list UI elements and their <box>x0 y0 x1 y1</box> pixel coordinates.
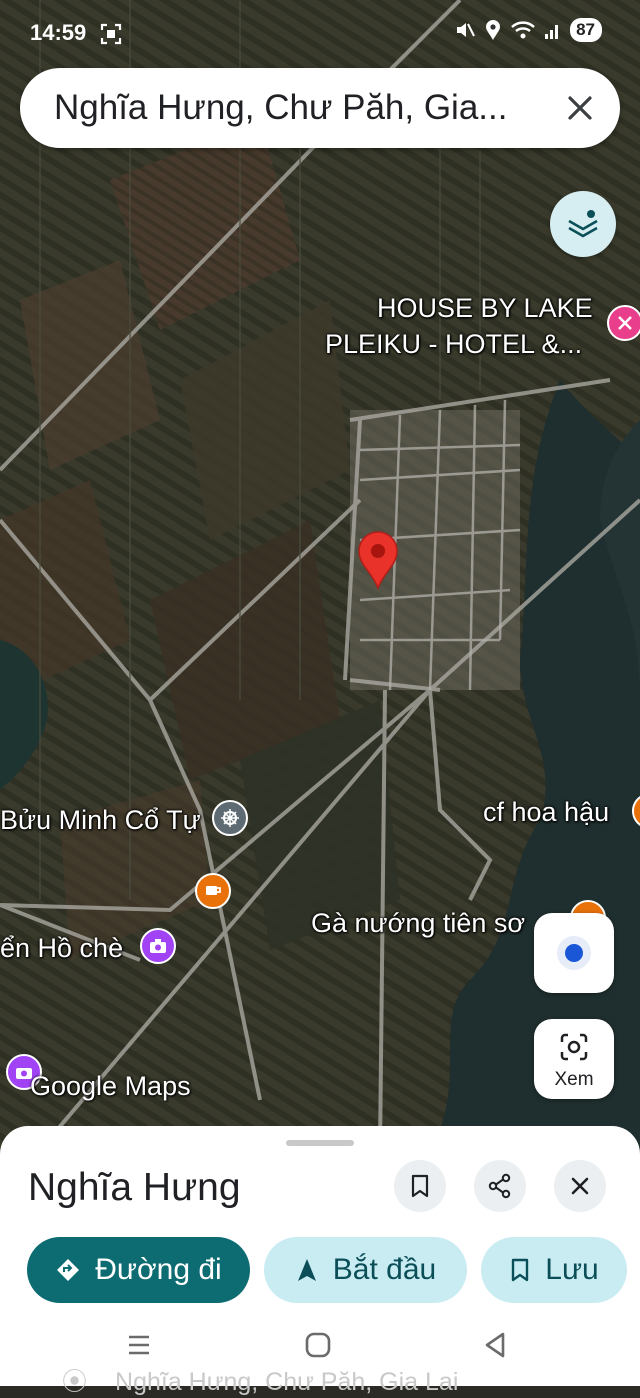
cafe-label[interactable]: cf hoa hậu <box>483 797 609 828</box>
share-icon <box>488 1173 511 1199</box>
place-title: Nghĩa Hưng <box>28 1166 241 1209</box>
restaurant-label[interactable]: Gà nướng tiên sơ <box>311 908 525 939</box>
location-status-icon: ⦿ <box>62 1368 88 1396</box>
lens-icon <box>560 1033 588 1061</box>
status-bar: 14:59 87 <box>0 0 640 64</box>
back-icon[interactable] <box>482 1331 508 1359</box>
search-bar[interactable]: Nghĩa Hưng, Chư Păh, Gia... <box>20 68 620 148</box>
lens-button[interactable]: Xem <box>534 1019 614 1099</box>
google-maps-logo: Google Maps <box>30 1071 191 1101</box>
hotel-label-line1[interactable]: HOUSE BY LAKE <box>377 293 593 324</box>
screenshot-icon <box>100 23 122 45</box>
navigation-icon <box>297 1259 316 1281</box>
location-status-icon <box>486 20 501 40</box>
save-icon-button[interactable] <box>394 1160 446 1212</box>
my-location-button[interactable] <box>534 913 614 993</box>
search-query[interactable]: Nghĩa Hưng, Chư Păh, Gia... <box>54 88 534 128</box>
layers-button[interactable] <box>550 191 616 257</box>
start-label: Bắt đầu <box>332 1253 437 1286</box>
mute-icon <box>457 23 475 37</box>
close-sheet-button[interactable] <box>554 1160 606 1212</box>
cafe-icon[interactable] <box>195 873 231 909</box>
peek-address: ⦿ Nghĩa Hưng, Chư Păh, Gia Lai <box>62 1368 459 1396</box>
wifi-icon <box>511 21 535 39</box>
battery-icon: 87 <box>570 18 602 42</box>
save-button[interactable]: Lưu <box>481 1237 627 1303</box>
home-icon[interactable] <box>304 1331 332 1359</box>
layers-icon <box>568 210 598 238</box>
temple-label[interactable]: Bửu Minh Cổ Tự <box>0 805 201 836</box>
bookmark-icon <box>512 1258 529 1282</box>
lens-label: Xem <box>554 1069 594 1090</box>
save-label: Lưu <box>545 1253 599 1286</box>
status-icons: 87 <box>454 18 602 42</box>
directions-label: Đường đi <box>95 1253 222 1286</box>
battery-level: 87 <box>576 20 595 39</box>
signal-icon <box>545 25 559 39</box>
my-location-icon <box>557 936 591 970</box>
bookmark-icon <box>411 1174 429 1198</box>
hotel-icon[interactable] <box>607 305 640 341</box>
directions-icon <box>57 1259 80 1281</box>
close-icon <box>571 1177 589 1195</box>
close-icon[interactable] <box>562 90 598 126</box>
camera-icon[interactable] <box>140 928 176 964</box>
share-button[interactable] <box>474 1160 526 1212</box>
temple-icon[interactable] <box>212 800 248 836</box>
recents-icon[interactable] <box>126 1332 152 1358</box>
start-button[interactable]: Bắt đầu <box>264 1237 467 1303</box>
status-time: 14:59 <box>30 20 87 45</box>
sheet-drag-handle[interactable] <box>286 1140 354 1146</box>
directions-button[interactable]: Đường đi <box>27 1237 250 1303</box>
hotel-label-line2[interactable]: PLEIKU - HOTEL &... <box>325 329 582 360</box>
viewpoint-label[interactable]: ển Hồ chè <box>0 933 123 964</box>
